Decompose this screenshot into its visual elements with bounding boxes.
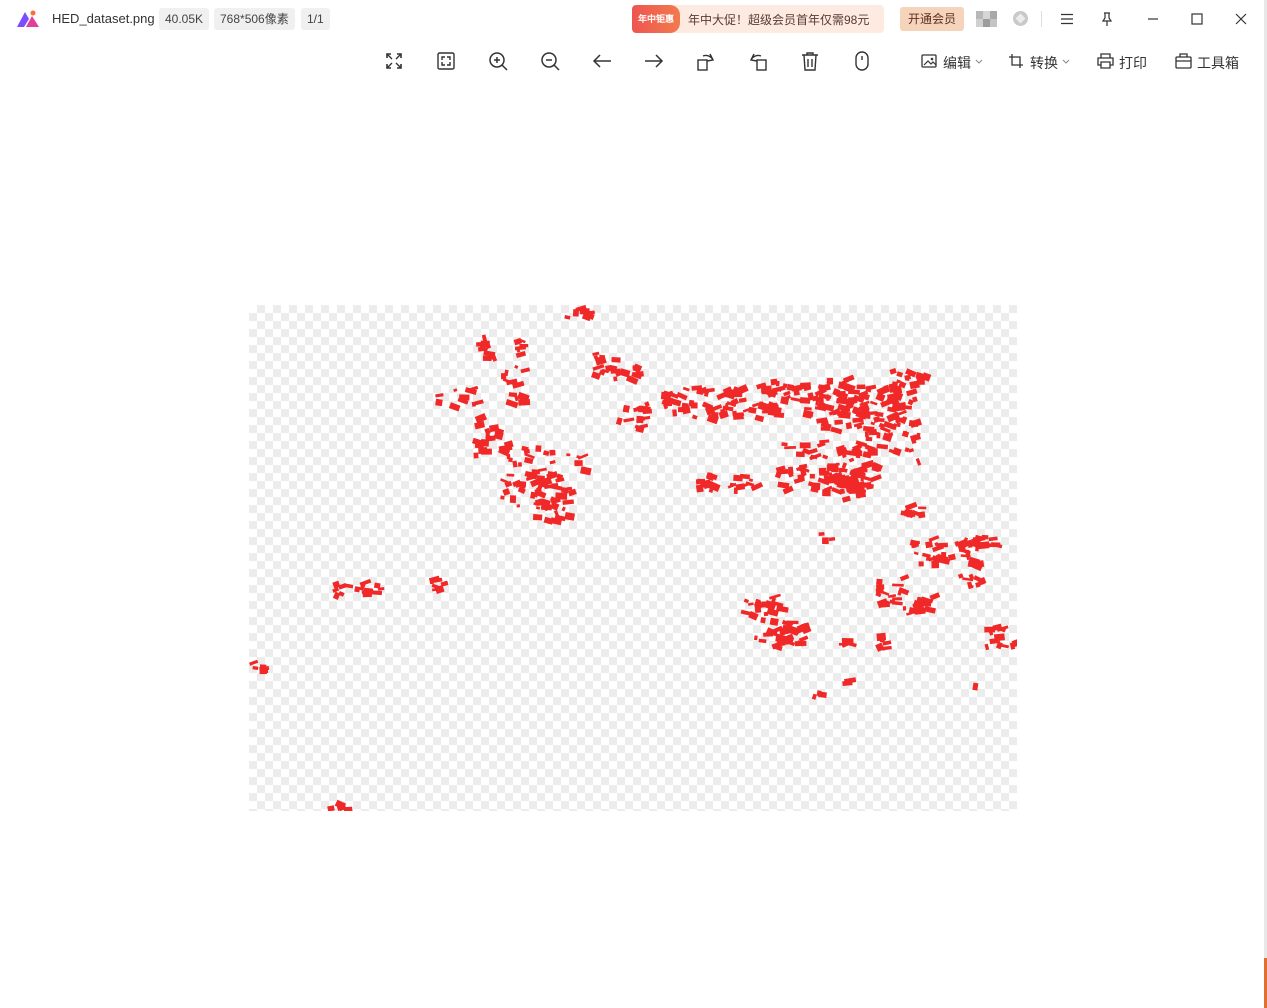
mouse-mode-button[interactable]: [849, 48, 875, 74]
next-image-button[interactable]: [641, 48, 667, 74]
promo-badge: 年中钜惠: [632, 5, 680, 33]
promo-banner[interactable]: 年中钜惠 年中大促！超级会员首年仅需98元: [632, 5, 884, 33]
menu-button[interactable]: [1052, 4, 1082, 34]
title-bar: HED_dataset.png 40.05K 768*506像素 1/1 年中钜…: [0, 0, 1267, 38]
rotate-right-button[interactable]: [745, 48, 771, 74]
zoom-in-button[interactable]: [485, 48, 511, 74]
image-dimensions-badge: 768*506像素: [214, 8, 295, 30]
image-edit-icon: [921, 54, 937, 68]
file-size-badge: 40.05K: [159, 8, 210, 30]
toolbox-button[interactable]: 工具箱: [1175, 48, 1245, 74]
pin-window-button[interactable]: [1092, 4, 1122, 34]
zoom-out-icon: [541, 52, 560, 71]
file-name: HED_dataset.png: [52, 11, 155, 26]
close-icon: [1235, 13, 1247, 25]
fullscreen-button[interactable]: [381, 48, 407, 74]
image-viewport[interactable]: [249, 305, 1017, 811]
chevron-down-icon: [975, 59, 983, 64]
delete-button[interactable]: [797, 48, 823, 74]
fit-window-icon: [437, 52, 455, 70]
print-label: 打印: [1119, 55, 1147, 71]
minimize-button[interactable]: [1138, 4, 1168, 34]
zoom-in-icon: [489, 52, 508, 71]
maximize-button[interactable]: [1182, 4, 1212, 34]
minimize-icon: [1148, 18, 1158, 20]
toolbox-icon: [1175, 53, 1192, 69]
print-button[interactable]: 打印: [1097, 48, 1153, 74]
convert-menu-label: 转换: [1030, 55, 1058, 71]
crop-convert-icon: [1009, 54, 1023, 68]
user-avatar-icon[interactable]: [976, 11, 998, 27]
app-logo-icon: [17, 10, 39, 27]
previous-image-button[interactable]: [589, 48, 615, 74]
close-button[interactable]: [1226, 4, 1256, 34]
arrow-right-icon: [645, 54, 664, 68]
hamburger-menu-icon: [1061, 13, 1073, 25]
edit-menu[interactable]: 编辑: [921, 48, 987, 74]
coin-icon[interactable]: [1013, 11, 1028, 26]
open-vip-button[interactable]: 开通会员: [900, 7, 964, 31]
pin-icon: [1101, 12, 1113, 26]
promo-text: 年中大促！超级会员首年仅需98元: [688, 13, 870, 27]
zoom-out-button[interactable]: [537, 48, 563, 74]
trash-icon: [802, 52, 818, 71]
toolbox-label: 工具箱: [1197, 55, 1239, 71]
chevron-down-icon: [1062, 59, 1070, 64]
arrow-left-icon: [592, 54, 611, 68]
page-index-badge: 1/1: [301, 8, 330, 30]
maximize-icon: [1191, 13, 1203, 25]
titlebar-divider: [1041, 11, 1042, 27]
rotate-left-icon: [697, 53, 715, 71]
fit-window-button[interactable]: [433, 48, 459, 74]
fullscreen-icon: [386, 53, 402, 69]
rotate-right-icon: [749, 53, 767, 71]
mouse-icon: [855, 51, 869, 71]
printer-icon: [1097, 53, 1114, 69]
rotate-left-button[interactable]: [693, 48, 719, 74]
segmentation-mask-image: [249, 305, 1017, 811]
edit-menu-label: 编辑: [943, 55, 971, 71]
convert-menu[interactable]: 转换: [1008, 48, 1074, 74]
